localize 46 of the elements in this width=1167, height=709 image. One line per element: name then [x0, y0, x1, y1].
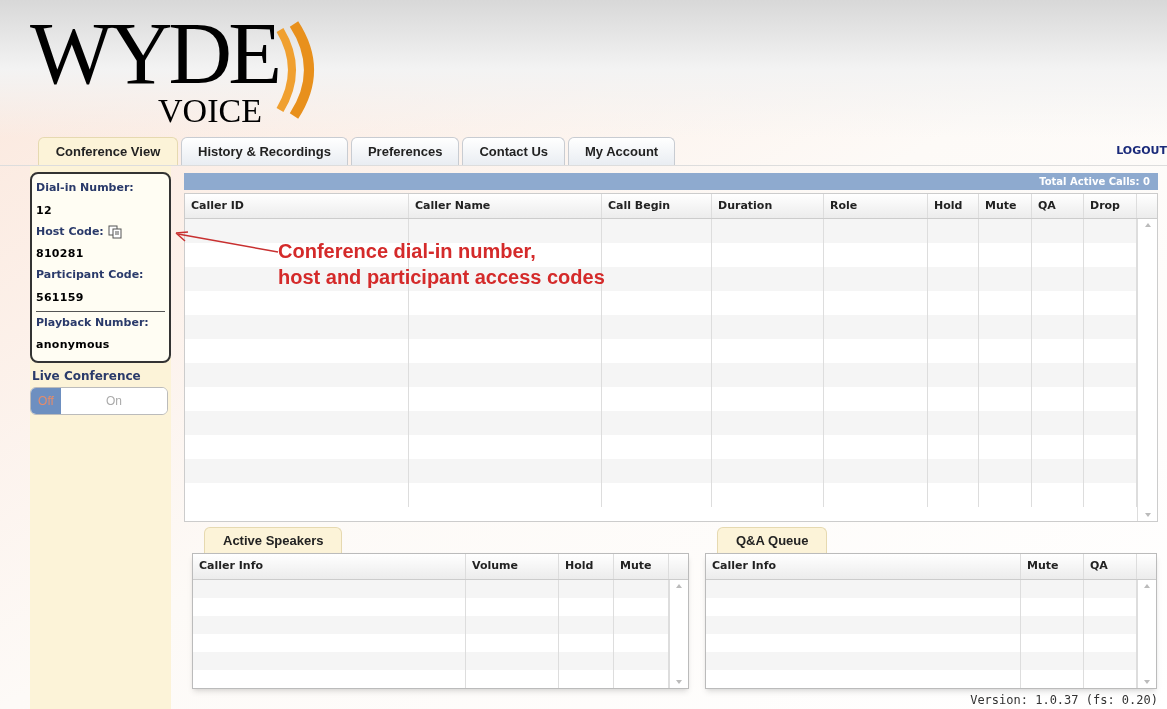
- column-header[interactable]: Volume: [466, 554, 559, 579]
- tab[interactable]: History & Recordings: [181, 137, 348, 165]
- annotation-text: Conference dial-in number, host and participant access codes: [278, 239, 605, 290]
- column-header[interactable]: Caller Name: [409, 193, 602, 219]
- panel-tab[interactable]: Active Speakers: [204, 527, 343, 553]
- field-label: Playback Number:: [36, 314, 149, 331]
- column-header[interactable]: Caller Info: [193, 554, 466, 579]
- field-label: Participant Code:: [36, 267, 144, 283]
- field-value: anonymous: [36, 338, 110, 351]
- column-header[interactable]: Drop: [1084, 193, 1137, 219]
- column-header[interactable]: QA: [1084, 554, 1137, 579]
- tab[interactable]: Contact Us: [462, 137, 565, 165]
- field-value: 12: [36, 203, 52, 217]
- column-header[interactable]: Call Begin: [602, 193, 712, 219]
- summary-bar: Total Active Calls: 0: [184, 173, 1158, 190]
- copy-icon[interactable]: [107, 224, 122, 239]
- scroll-down-icon[interactable]: [676, 680, 682, 684]
- field-label: Host Code:: [36, 223, 104, 240]
- column-header[interactable]: Mute: [614, 554, 669, 579]
- version-text: Version: 1.0.37 (fs: 0.20): [970, 692, 1158, 709]
- field-label: Dial-in Number:: [36, 180, 134, 196]
- tab[interactable]: Conference View: [38, 137, 178, 165]
- tab[interactable]: My Account: [568, 137, 676, 165]
- panel-tab[interactable]: Q&A Queue: [717, 527, 828, 553]
- column-header[interactable]: Hold: [928, 193, 979, 219]
- scroll-up-icon[interactable]: [1144, 583, 1150, 588]
- column-header[interactable]: Caller ID: [185, 193, 409, 219]
- column-header[interactable]: Role: [824, 193, 928, 219]
- column-header[interactable]: Mute: [979, 193, 1032, 219]
- column-header[interactable]: Hold: [559, 554, 614, 579]
- scroll-down-icon[interactable]: [1144, 513, 1151, 517]
- scroll-up-icon[interactable]: [1144, 223, 1151, 228]
- column-header[interactable]: QA: [1032, 193, 1084, 219]
- scroll-up-icon[interactable]: [676, 583, 682, 588]
- scroll-down-icon[interactable]: [1144, 680, 1150, 684]
- column-header[interactable]: Mute: [1021, 554, 1084, 579]
- column-header[interactable]: Caller Info: [706, 554, 1021, 579]
- logout-link[interactable]: LOGOUT: [1116, 142, 1167, 159]
- scrollbar[interactable]: [1137, 579, 1156, 688]
- scrollbar[interactable]: [669, 579, 688, 688]
- logo: WYDE VOICE: [30, 14, 350, 134]
- field-value: 810281: [36, 247, 84, 260]
- live-conference-label: Live Conference: [32, 368, 142, 385]
- tab[interactable]: Preferences: [350, 137, 460, 165]
- column-header[interactable]: Duration: [712, 193, 824, 219]
- field-value: 561159: [36, 290, 84, 304]
